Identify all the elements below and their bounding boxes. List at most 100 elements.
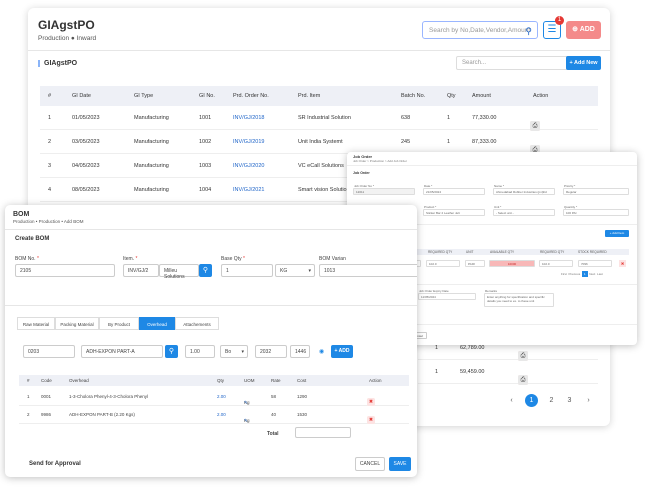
cell-qty: 1 xyxy=(435,345,439,351)
cell-index: 4 xyxy=(48,187,52,193)
print-icon[interactable]: ⎙ xyxy=(518,375,528,385)
expiry-date-field[interactable]: 11/05/2024 xyxy=(418,293,476,300)
required-qty-field[interactable]: 102.0 xyxy=(539,260,573,267)
bom-variant-field[interactable]: 1013 xyxy=(319,264,417,277)
cell-qty: 2.00 xyxy=(217,412,226,417)
edit-uom-icon[interactable]: ✎ xyxy=(244,418,248,424)
cell-item: Unit India Systemt xyxy=(298,139,343,145)
table-header: # GI Date GI Type GI No. Prd. Order No. … xyxy=(40,86,598,106)
column-header: GI Type xyxy=(134,93,154,99)
overhead-unit-select[interactable]: Bo ▾ xyxy=(220,345,248,358)
cell-date: 01/05/2023 xyxy=(72,115,100,121)
overhead-name-field[interactable]: ADH-EXPON PART-A xyxy=(81,345,163,358)
add-button[interactable]: ⊕ ADD xyxy=(566,21,601,39)
next-page-button[interactable]: Next xyxy=(589,272,595,276)
delete-icon[interactable]: ✖ xyxy=(619,260,626,267)
overhead-search-button[interactable]: ⚲ xyxy=(165,345,178,358)
cell-index: 3 xyxy=(48,163,52,169)
remarks-textarea[interactable]: Enter anything for specification and spe… xyxy=(484,293,554,307)
cell-index: 2 xyxy=(48,139,52,145)
prd-order-link[interactable]: INV/GJ/2018 xyxy=(233,115,265,121)
search-icon[interactable]: ⚲ xyxy=(525,26,532,37)
page-button[interactable]: 1 xyxy=(525,394,538,407)
product-select[interactable]: Sticker Bar 2 Leather Jelt xyxy=(423,209,485,216)
bom-no-label: BOM No. * xyxy=(15,256,39,262)
tab-by-product[interactable]: By Product xyxy=(99,317,139,330)
prev-page-button[interactable]: Previous xyxy=(569,272,581,276)
date-field[interactable]: 21/05/2024 xyxy=(423,188,485,195)
add-item-button[interactable]: + Add Item xyxy=(605,230,629,237)
tab-packing-material[interactable]: Packing Material xyxy=(55,317,99,330)
tab-overhead[interactable]: Overhead xyxy=(139,317,175,330)
cell-overhead: 1-3-Cholora Phenyl-4-3-Cholora Phenyl xyxy=(69,394,149,399)
unit-select[interactable]: KG ▾ xyxy=(275,264,315,277)
overhead-rate-field[interactable]: 2032 xyxy=(255,345,287,358)
page-title: GIAgstPO xyxy=(38,18,95,32)
job-section-title: Job Order xyxy=(353,171,370,175)
column-header: Rate xyxy=(271,378,281,383)
table-row[interactable]: 1 59,459.00 ◉✎✖⎙ xyxy=(418,360,598,385)
search-icon: ⚲ xyxy=(202,267,209,274)
search-icon: ⚲ xyxy=(168,348,175,355)
quantity-field[interactable]: 100 PAI xyxy=(563,209,629,216)
add-new-button[interactable]: + Add New xyxy=(566,56,601,70)
breadcrumb-item[interactable]: Production xyxy=(38,35,69,42)
breadcrumb-item[interactable]: Inward xyxy=(77,35,97,42)
column-header: REQUIRED QTY xyxy=(428,250,453,254)
column-header: Amount xyxy=(472,93,491,99)
tab-raw-material[interactable]: Raw Material xyxy=(17,317,55,330)
plus-circle-icon: ⊕ xyxy=(572,26,580,33)
variant-label: BOM Varian xyxy=(319,256,346,262)
overhead-code-field[interactable]: 0203 xyxy=(23,345,75,358)
table-row[interactable]: 2 9986 ADH-EXPON PART-B (2.20 Kgs) 2.00 … xyxy=(19,406,409,424)
header-search-placeholder: Search by No,Date,Vendor,Amount xyxy=(429,27,531,34)
item-search-button[interactable]: ⚲ xyxy=(199,264,212,277)
prd-order-link[interactable]: INV/GJ/2021 xyxy=(233,187,265,193)
item-name-field[interactable]: Milleu Solutions xyxy=(159,264,199,280)
column-header: Action xyxy=(369,378,382,383)
save-button[interactable]: SAVE xyxy=(389,457,411,471)
cell-qty: 2.00 xyxy=(217,394,226,399)
overhead-qty-field[interactable]: 1.00 xyxy=(185,345,215,358)
name-select[interactable]: Ahmedabad Rubber Industries (pvt)ltd xyxy=(493,188,555,195)
required-qty-field[interactable]: 102.0 xyxy=(426,260,460,267)
delete-icon[interactable]: ✖ xyxy=(367,398,375,406)
cancel-button[interactable]: CANCEL xyxy=(355,457,385,471)
delete-icon[interactable]: ✖ xyxy=(367,416,375,424)
page-button[interactable]: 3 xyxy=(563,394,576,407)
page-button[interactable]: 2 xyxy=(545,394,558,407)
base-qty-field[interactable]: 1 xyxy=(221,264,273,277)
total-label: Total xyxy=(267,431,279,437)
column-header: Overhead xyxy=(69,378,89,383)
page-button[interactable]: 1 xyxy=(581,271,588,277)
available-qty-field: 10000 xyxy=(489,260,535,267)
unit-select[interactable]: PAIR xyxy=(465,260,485,267)
item-label: Item. * xyxy=(123,256,138,262)
header-search-input[interactable]: Search by No,Date,Vendor,Amount ⚲ xyxy=(422,21,538,39)
eye-icon[interactable]: ◉ xyxy=(319,348,324,355)
add-button-label: ADD xyxy=(579,26,595,33)
tab-attachements[interactable]: Attachements xyxy=(175,317,219,330)
prev-page-icon[interactable]: ‹ xyxy=(505,394,518,407)
column-header: # xyxy=(48,93,52,99)
column-header: REQUIRED QTY xyxy=(540,250,565,254)
table-row[interactable]: 1 0001 1-3-Cholora Phenyl-4-3-Cholora Ph… xyxy=(19,388,409,406)
item-code-field[interactable]: INV/GJ/2 xyxy=(123,264,159,277)
send-for-approval-label: Send for Approval xyxy=(29,461,81,467)
unit-select[interactable]: - Select unit - xyxy=(493,209,555,216)
table-row[interactable]: 2 03/05/2023 Manufacturing 1002 INV/GJ/2… xyxy=(40,130,598,155)
first-page-button[interactable]: First xyxy=(561,272,567,276)
prd-order-link[interactable]: INV/GJ/2019 xyxy=(233,139,265,145)
section-search-input[interactable]: Search... ⚲ xyxy=(456,56,582,70)
add-overhead-button[interactable]: + ADD xyxy=(331,345,353,358)
job-order-no-field[interactable]: 12011 xyxy=(353,188,415,195)
priority-select[interactable]: Regular xyxy=(563,188,629,195)
bom-no-field[interactable]: 2105 xyxy=(15,264,115,277)
table-row[interactable]: 1 01/05/2023 Manufacturing 1001 INV/GJ/2… xyxy=(40,106,598,131)
column-header: Code xyxy=(41,378,52,383)
prd-order-link[interactable]: INV/GJ/2020 xyxy=(233,163,265,169)
next-page-icon[interactable]: › xyxy=(582,394,595,407)
last-page-button[interactable]: Last xyxy=(597,272,603,276)
cell-item: SR Industrial Solution xyxy=(298,115,351,121)
bom-breadcrumb: Production • Production • Add BOM xyxy=(13,219,84,224)
